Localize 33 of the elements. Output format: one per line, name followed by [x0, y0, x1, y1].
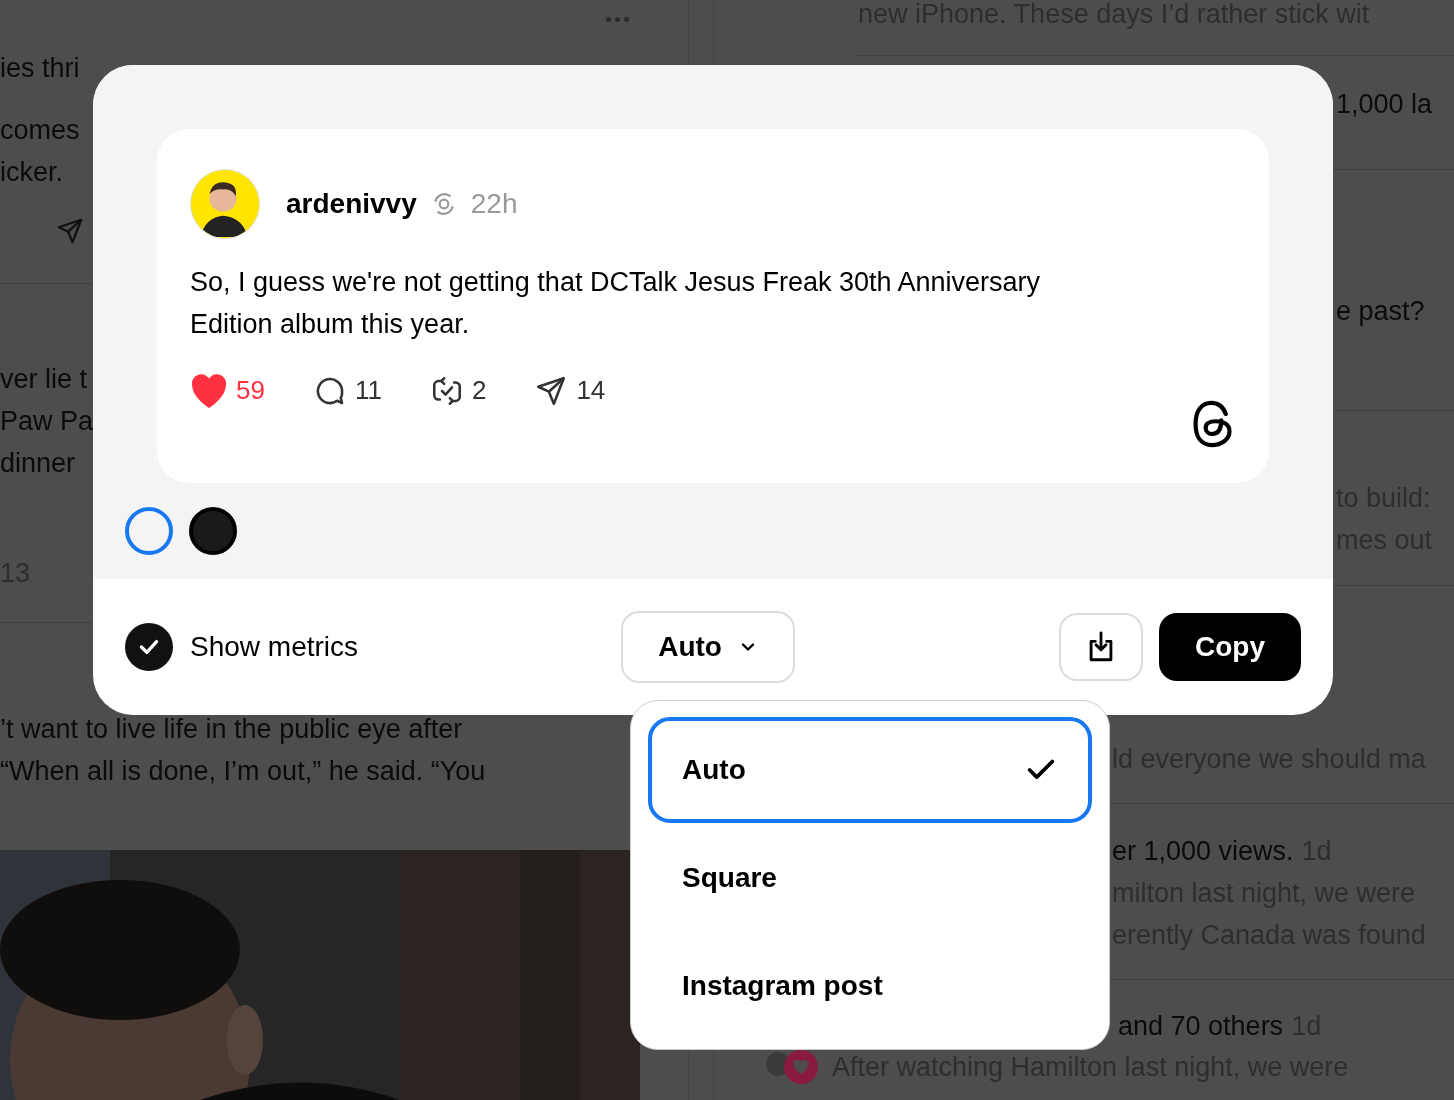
- send-icon: [55, 216, 85, 246]
- more-icon: [606, 17, 629, 22]
- metric-count: 14: [576, 374, 606, 407]
- theme-swatch[interactable]: [189, 507, 237, 555]
- size-option[interactable]: Square: [648, 825, 1092, 931]
- post-text-fragment: and 70 others: [1118, 1009, 1284, 1043]
- copy-button[interactable]: Copy: [1159, 613, 1301, 681]
- post-text-fragment: er 1,000 views.: [1112, 834, 1294, 868]
- post-text-fragment: 1,000 la: [1336, 87, 1433, 121]
- post-text-fragment: “When all is done, I’m out,” he said. “You: [0, 754, 486, 788]
- heart-badge: [784, 1050, 818, 1084]
- show-metrics-checkbox[interactable]: Show metrics: [125, 623, 359, 671]
- post-text-fragment: icker.: [0, 155, 64, 189]
- metric-count: 11: [354, 374, 382, 407]
- size-option[interactable]: Auto: [648, 717, 1092, 823]
- post-text-fragment: dinner: [0, 446, 76, 480]
- download-button[interactable]: [1059, 613, 1143, 681]
- metric-count: 59: [236, 374, 265, 407]
- post-text-fragment: ver lie t: [0, 362, 88, 396]
- post-text-fragment: ies thri: [0, 51, 80, 85]
- metric-count: 2: [471, 374, 487, 407]
- heart-icon: [190, 373, 228, 408]
- size-dropdown[interactable]: Auto: [621, 611, 796, 683]
- post-text-fragment: ’t want to live life in the public eye after: [0, 712, 463, 746]
- threads-logo-icon: [1191, 399, 1235, 449]
- post-text-fragment: e past?: [1336, 294, 1425, 328]
- post-text-fragment: comes: [0, 113, 80, 147]
- post-time: 22h: [470, 187, 518, 221]
- size-option[interactable]: Instagram post: [648, 933, 1092, 1039]
- username: ardenivvy: [286, 187, 417, 221]
- theme-swatch[interactable]: [125, 507, 173, 555]
- post-text: So, I guess we're not getting that DCTalk Jesus Freak 30th Anniversary Edition album this year.: [190, 266, 1042, 341]
- post-text-fragment: Paw Pa: [0, 404, 94, 438]
